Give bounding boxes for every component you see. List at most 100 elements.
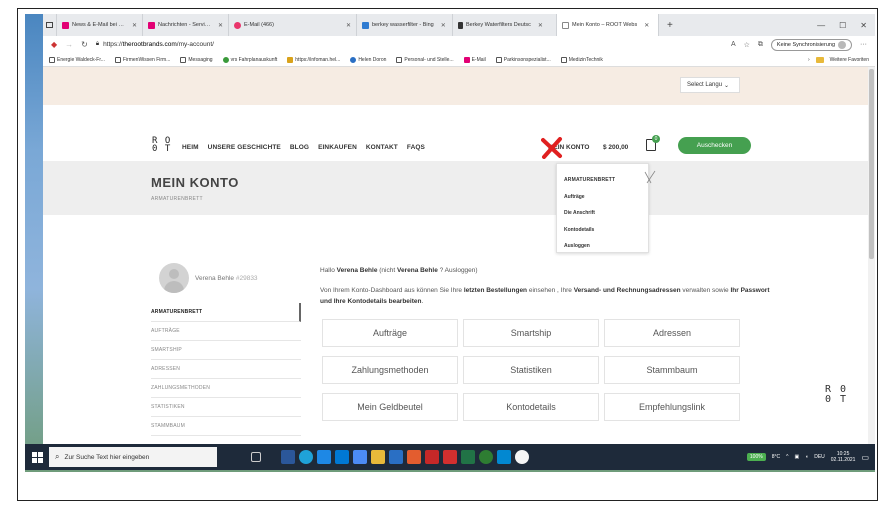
task-view-icon[interactable]: [251, 452, 261, 462]
logout-link[interactable]: ? Ausloggen: [440, 267, 476, 274]
bookmark-item[interactable]: Messaging: [180, 56, 213, 63]
dropdown-item-dashboard[interactable]: ARMATURENBRETT: [564, 172, 641, 189]
new-tab-button[interactable]: +: [659, 20, 681, 31]
tile-referral-link[interactable]: Empfehlungslink: [604, 393, 740, 421]
chevron-up-icon[interactable]: ^: [786, 454, 788, 460]
back-arrow-icon[interactable]: ◆: [51, 40, 57, 49]
network-icon[interactable]: ▣: [794, 454, 799, 460]
bookmark-item[interactable]: Personal- und Stelle...: [396, 56, 454, 63]
close-window-button[interactable]: ✕: [860, 21, 867, 30]
bookmark-item[interactable]: Helen Doron: [350, 56, 386, 63]
tab-6-active[interactable]: Mein Konto – ROOT Webs ✕: [557, 14, 659, 36]
side-item-dashboard[interactable]: ARMATURENBRETT: [151, 303, 301, 322]
tile-wallet[interactable]: Mein Geldbeutel: [322, 393, 458, 421]
folder-icon[interactable]: [371, 450, 385, 464]
side-item-addresses[interactable]: ADRESSEN: [151, 360, 301, 379]
addresses-link[interactable]: Versand- und Rechnungsadressen: [574, 287, 681, 294]
window-controls: — ☐ ✕: [817, 21, 875, 30]
tile-addresses[interactable]: Adressen: [604, 319, 740, 347]
bookmark-item[interactable]: FirmenWissen Firm...: [114, 56, 170, 63]
volume-icon[interactable]: ◖: [805, 454, 808, 460]
tab-3[interactable]: E-Mail (466) ✕: [229, 14, 357, 36]
collections-icon[interactable]: ⧉: [758, 41, 763, 49]
close-icon[interactable]: ✕: [346, 22, 351, 29]
tile-smartship[interactable]: Smartship: [463, 319, 599, 347]
bookmark-item[interactable]: MedizinTechnik: [560, 56, 603, 63]
close-icon[interactable]: ✕: [218, 22, 223, 29]
minimize-button[interactable]: —: [817, 21, 825, 30]
scrollbar-thumb[interactable]: [869, 69, 874, 259]
refresh-icon[interactable]: ↻: [81, 40, 88, 49]
app-icon[interactable]: [479, 450, 493, 464]
close-icon[interactable]: ✕: [538, 22, 543, 29]
sync-profile-button[interactable]: Keine Synchronisierung: [770, 38, 852, 51]
close-icon[interactable]: ✕: [644, 22, 649, 29]
side-item-orders[interactable]: AUFTRÄGE: [151, 322, 301, 341]
bookmark-item[interactable]: https://infoman.hel...: [287, 56, 340, 63]
maximize-button[interactable]: ☐: [839, 21, 846, 30]
windows-start-icon[interactable]: [29, 449, 45, 465]
side-item-statistics[interactable]: STATISTIKEN: [151, 398, 301, 417]
tab-5[interactable]: Berkey Waterfilters Deutsc ✕: [453, 14, 557, 36]
bookmark-item[interactable]: vrs Fahrplanauskunft: [222, 56, 277, 63]
nav-contact[interactable]: KONTAKT: [366, 144, 398, 151]
language-indicator[interactable]: DEU: [814, 454, 825, 460]
excel-icon[interactable]: [461, 450, 475, 464]
nav-home[interactable]: HEIM: [182, 144, 199, 151]
checkout-button[interactable]: Auschecken: [678, 137, 751, 154]
bookmark-item[interactable]: E-Mail: [463, 56, 486, 63]
app-icon[interactable]: [443, 450, 457, 464]
start-icon-pane: [37, 451, 43, 457]
other-favorites[interactable]: › Weitere Favoriten: [808, 56, 875, 63]
favorite-star-icon[interactable]: ☆: [744, 41, 750, 49]
tile-orders[interactable]: Aufträge: [322, 319, 458, 347]
word-icon[interactable]: [281, 450, 295, 464]
edge-icon[interactable]: [299, 450, 313, 464]
tab-1[interactable]: News & E-Mail bei t-online ✕: [57, 14, 143, 36]
url-field[interactable]: 🔒︎ https://therootbrands.com/my-account/: [96, 41, 723, 48]
tab-actions-menu[interactable]: [43, 14, 57, 36]
tile-account-details[interactable]: Kontodetails: [463, 393, 599, 421]
close-icon[interactable]: ✕: [441, 22, 446, 29]
bookmark-item[interactable]: Parkinsonspezialist...: [495, 56, 551, 63]
app-icon[interactable]: [389, 450, 403, 464]
nav-our-story[interactable]: UNSERE GESCHICHTE: [208, 144, 281, 151]
more-menu-icon[interactable]: ···: [860, 41, 875, 48]
side-item-payment-methods[interactable]: ZAHLUNGSMETHODEN: [151, 379, 301, 398]
close-icon[interactable]: ✕: [132, 22, 137, 29]
language-select[interactable]: Select Langu ⌄: [680, 77, 740, 93]
tile-family-tree[interactable]: Stammbaum: [604, 356, 740, 384]
app-icon[interactable]: [317, 450, 331, 464]
dropdown-item-orders[interactable]: Aufträge: [564, 189, 641, 206]
app-icon[interactable]: [425, 450, 439, 464]
side-item-smartship[interactable]: SMARTSHIP: [151, 341, 301, 360]
tab-4[interactable]: berkey wasserfilter - Bing ✕: [357, 14, 453, 36]
nav-faqs[interactable]: FAQS: [407, 144, 425, 151]
notifications-icon[interactable]: ▭: [861, 453, 869, 462]
bookmark-item[interactable]: Energie Waldeck-Fr...: [49, 56, 105, 63]
root-logo[interactable]: R O 0 T: [152, 137, 171, 154]
side-item-family-tree[interactable]: STAMMBAUM: [151, 417, 301, 436]
weather-temp[interactable]: 8°C: [772, 454, 780, 460]
clock[interactable]: 10:25 02.11.2021: [831, 451, 856, 463]
app-icon[interactable]: [497, 450, 511, 464]
nav-shop[interactable]: EINKAUFEN: [318, 144, 357, 151]
forward-arrow-icon[interactable]: →: [65, 40, 73, 49]
app-icon[interactable]: [515, 450, 529, 464]
dropdown-item-logout[interactable]: Ausloggen: [564, 238, 641, 255]
nav-blog[interactable]: BLOG: [290, 144, 309, 151]
battery-percent[interactable]: 100%: [746, 453, 766, 461]
store-icon[interactable]: [353, 450, 367, 464]
paint-icon[interactable]: [407, 450, 421, 464]
tile-payment-methods[interactable]: Zahlungsmethoden: [322, 356, 458, 384]
cart-total[interactable]: $ 200,00: [603, 144, 628, 151]
page-scrollbar[interactable]: [868, 67, 875, 458]
recent-orders-link[interactable]: letzten Bestellungen: [464, 287, 527, 294]
dropdown-item-address[interactable]: Die Anschrift: [564, 205, 641, 222]
tab-2[interactable]: Nachrichten - Service - Sh ✕: [143, 14, 229, 36]
dropdown-item-account-details[interactable]: Kontodetails: [564, 222, 641, 239]
taskbar-search[interactable]: ⌕ Zur Suche Text hier eingeben: [49, 447, 217, 467]
read-aloud-icon[interactable]: A: [731, 41, 736, 48]
tile-statistics[interactable]: Statistiken: [463, 356, 599, 384]
mail-app-icon[interactable]: [335, 450, 349, 464]
